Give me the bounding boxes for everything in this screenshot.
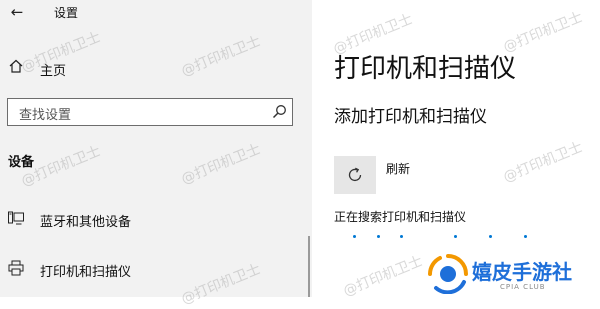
refresh-icon [348,167,362,182]
search-input[interactable]: 查找设置 [7,98,293,126]
sidebar-item-printers[interactable]: 打印机和扫描仪 [0,253,312,283]
logo-mark-icon [428,254,468,294]
search-placeholder: 查找设置 [19,108,72,123]
page-title: 打印机和扫描仪 [334,54,517,84]
sidebar: ← 设置 主页 查找设置 设备 蓝牙和其他设备 打印机和扫描仪 [0,0,312,297]
back-arrow-icon[interactable]: ← [6,2,28,22]
progress-dot [377,235,380,238]
printer-icon [8,260,24,276]
progress-dot [454,235,457,238]
sidebar-scrollbar[interactable] [308,236,310,297]
progress-dot [524,235,527,238]
app-title: 设置 [54,6,79,20]
brand-logo: 嬉皮手游社 CPIA CLUB [428,252,600,297]
logo-subtitle: CPIA CLUB [500,283,546,291]
sidebar-item-bluetooth[interactable]: 蓝牙和其他设备 [0,203,312,233]
refresh-button[interactable] [334,156,376,194]
progress-dot [489,235,492,238]
search-icon[interactable] [272,104,287,119]
sidebar-item-label: 打印机和扫描仪 [40,265,132,280]
search-status-text: 正在搜索打印机和扫描仪 [334,210,467,224]
add-printer-heading: 添加打印机和扫描仪 [334,107,487,127]
logo-name: 嬉皮手游社 [472,260,572,284]
progress-dot [353,235,356,238]
bluetooth-devices-icon [8,211,24,225]
progress-dot [400,235,403,238]
refresh-label[interactable]: 刷新 [386,160,410,177]
sidebar-item-label: 蓝牙和其他设备 [40,215,132,230]
